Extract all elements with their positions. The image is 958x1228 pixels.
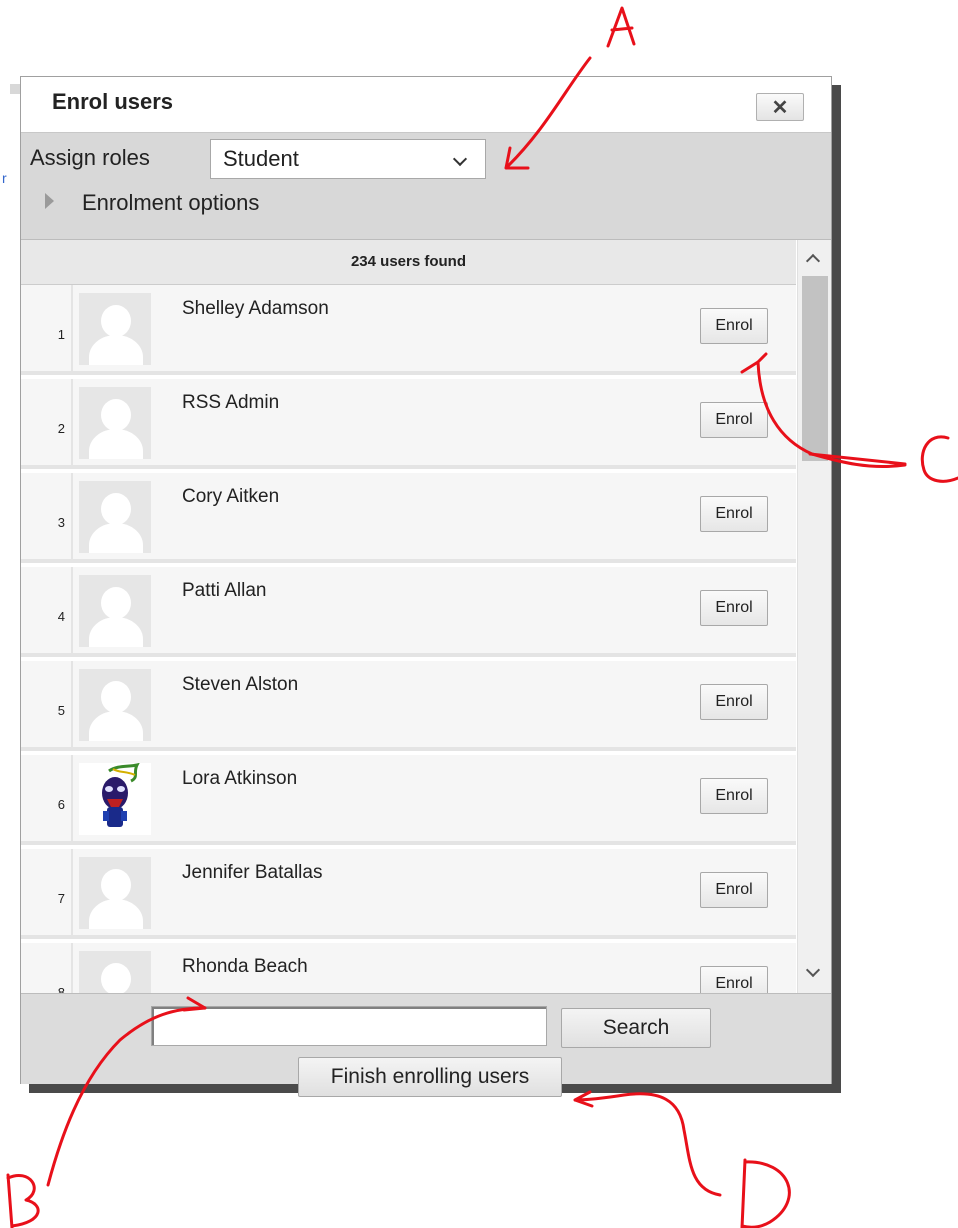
scroll-down-arrow-icon[interactable] <box>805 962 821 978</box>
user-avatar-icon <box>79 387 151 459</box>
user-avatar-icon <box>79 857 151 929</box>
assign-roles-label: Assign roles <box>30 145 150 170</box>
row-index-cell: 4 <box>21 567 73 653</box>
options-bar: Assign roles Student Enrolment options <box>21 133 831 240</box>
search-input[interactable] <box>151 1006 547 1046</box>
row-index: 3 <box>57 515 65 530</box>
search-button[interactable]: Search <box>561 1008 711 1048</box>
row-index: 4 <box>57 609 65 624</box>
close-icon: ✕ <box>771 96 789 119</box>
row-index-cell: 6 <box>21 755 73 841</box>
user-row: 7 Jennifer Batallas Enrol <box>21 849 796 939</box>
user-list-area: 234 users found 1 Shelley Adamson Enrol 2 RS… <box>21 240 796 993</box>
background-fragment <box>10 84 20 94</box>
close-button[interactable]: ✕ <box>756 93 804 121</box>
user-name: Rhonda Beach <box>182 956 308 977</box>
enrolment-options-toggle[interactable]: Enrolment options <box>82 190 259 216</box>
user-row: 1 Shelley Adamson Enrol <box>21 285 796 375</box>
user-name: Jennifer Batallas <box>182 862 323 883</box>
row-index: 5 <box>57 703 65 718</box>
annotation-letter-d <box>740 1158 791 1228</box>
user-avatar-icon <box>79 951 151 993</box>
expand-triangle-icon[interactable] <box>45 193 54 209</box>
user-row: 4 Patti Allan Enrol <box>21 567 796 657</box>
annotation-letter-c <box>920 435 958 483</box>
users-found-count: 234 users found <box>21 240 796 285</box>
row-index-cell: 3 <box>21 473 73 559</box>
background-link-fragment: r <box>2 170 7 186</box>
enrol-button[interactable]: Enrol <box>700 966 768 993</box>
user-name: Lora Atkinson <box>182 768 298 789</box>
enrol-users-dialog: Enrol users ✕ Assign roles Student Enrol… <box>20 76 832 1097</box>
row-index-cell: 1 <box>21 285 73 371</box>
user-row: 6 Lora Atkinson Enrol <box>21 755 796 845</box>
dialog-title: Enrol users <box>52 89 174 114</box>
user-name: Cory Aitken <box>182 486 280 507</box>
dialog-footer: Search Finish enrolling users <box>21 993 831 1097</box>
custom-avatar-icon <box>79 763 151 835</box>
chevron-down-icon <box>452 151 468 167</box>
annotation-letter-b <box>6 1173 40 1228</box>
enrol-button[interactable]: Enrol <box>700 308 768 344</box>
user-name: RSS Admin <box>182 392 280 413</box>
row-index-cell: 5 <box>21 661 73 747</box>
enrol-button[interactable]: Enrol <box>700 402 768 438</box>
screenshot-stage: r Enrol users ✕ Assign roles Student Enr… <box>0 0 958 1228</box>
enrol-button[interactable]: Enrol <box>700 496 768 532</box>
row-index: 2 <box>57 421 65 436</box>
user-name: Steven Alston <box>182 674 299 695</box>
enrol-button[interactable]: Enrol <box>700 778 768 814</box>
user-row: 5 Steven Alston Enrol <box>21 661 796 751</box>
enrol-button[interactable]: Enrol <box>700 872 768 908</box>
annotation-arrow-d <box>573 1090 722 1197</box>
row-index: 8 <box>57 985 65 993</box>
user-avatar-icon <box>79 575 151 647</box>
row-index: 6 <box>57 797 65 812</box>
user-row: 3 Cory Aitken Enrol <box>21 473 796 563</box>
assign-roles-select[interactable]: Student <box>210 139 486 179</box>
row-index-cell: 7 <box>21 849 73 935</box>
user-avatar-icon <box>79 293 151 365</box>
row-index: 1 <box>57 327 65 342</box>
user-name: Patti Allan <box>182 580 267 601</box>
user-avatar-icon <box>79 481 151 553</box>
user-row: 2 RSS Admin Enrol <box>21 379 796 469</box>
row-index-cell: 8 <box>21 943 73 993</box>
enrol-button[interactable]: Enrol <box>700 590 768 626</box>
list-scrollbar[interactable] <box>797 240 831 993</box>
row-index-cell: 2 <box>21 379 73 465</box>
scroll-up-arrow-icon[interactable] <box>805 253 821 269</box>
finish-enrolling-button[interactable]: Finish enrolling users <box>298 1057 562 1097</box>
user-row: 8 Rhonda Beach Enrol <box>21 943 796 993</box>
dialog-header: Enrol users ✕ <box>21 77 831 133</box>
scroll-thumb[interactable] <box>802 276 828 461</box>
assign-roles-value: Student <box>223 146 299 171</box>
enrol-button[interactable]: Enrol <box>700 684 768 720</box>
annotation-letter-a <box>606 6 636 48</box>
user-name: Shelley Adamson <box>182 298 329 319</box>
row-index: 7 <box>57 891 65 906</box>
user-avatar-icon <box>79 669 151 741</box>
